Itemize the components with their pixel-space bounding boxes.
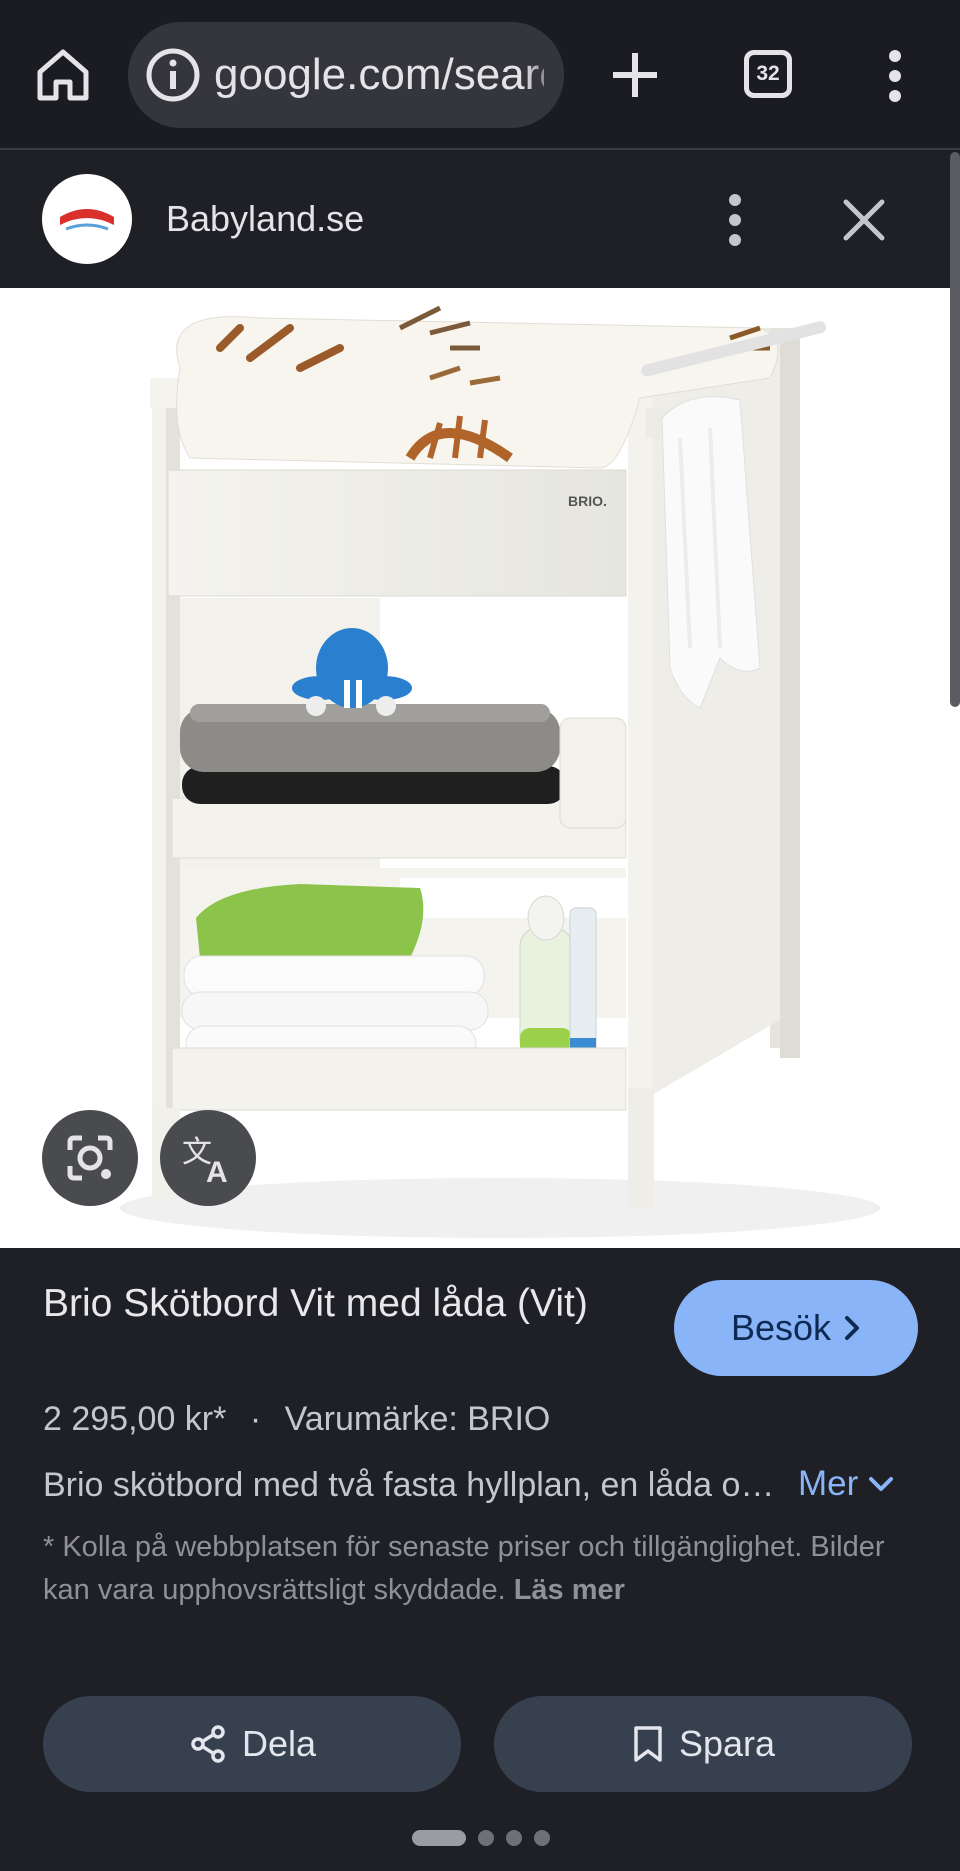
chevron-right-icon — [845, 1316, 860, 1340]
bookmark-icon — [634, 1726, 662, 1762]
more-options-icon[interactable] — [720, 192, 750, 248]
svg-text:A: A — [206, 1156, 228, 1189]
disclaimer: * Kolla på webbplatsen för senaste prise… — [43, 1526, 923, 1612]
save-label: Spara — [678, 1723, 776, 1764]
close-icon[interactable] — [842, 198, 886, 242]
changing-table-illustration: BRIO. — [120, 305, 880, 1238]
tab-count: 32 — [756, 62, 780, 85]
more-label: Mer — [798, 1464, 859, 1503]
camera-lens-icon — [67, 1135, 113, 1181]
disclaimer-text: * Kolla på webbplatsen för senaste prise… — [43, 1531, 885, 1606]
product-image[interactable]: BRIO. — [0, 288, 960, 1248]
carousel-dot[interactable] — [506, 1830, 522, 1846]
share-button[interactable]: Dela — [43, 1696, 461, 1792]
more-button[interactable]: Mer — [798, 1464, 894, 1504]
url-fade — [524, 22, 564, 128]
translate-icon: 文 A — [182, 1135, 228, 1189]
new-tab-icon[interactable] — [610, 45, 660, 105]
price-line: 2 295,00 kr* · Varumärke: BRIO — [43, 1400, 550, 1439]
url-text: google.com/search — [214, 50, 544, 99]
lens-button[interactable] — [42, 1110, 138, 1206]
price: 2 295,00 kr* — [43, 1400, 227, 1438]
source-header: Babyland.se — [0, 152, 960, 288]
home-icon[interactable] — [34, 46, 92, 104]
address-bar[interactable]: google.com/search — [128, 22, 564, 128]
separator: · — [249, 1400, 262, 1438]
brand: Varumärke: BRIO — [284, 1400, 551, 1438]
scrollbar[interactable] — [950, 152, 960, 707]
product-title[interactable]: Brio Skötbord Vit med låda (Vit) — [43, 1278, 643, 1330]
carousel-dot[interactable] — [478, 1830, 494, 1846]
carousel-indicator — [412, 1828, 550, 1848]
carousel-dot[interactable] — [534, 1830, 550, 1846]
brio-brand-mark: BRIO. — [568, 493, 607, 509]
translate-button[interactable]: 文 A — [160, 1110, 256, 1206]
chevron-down-icon — [869, 1477, 894, 1491]
share-icon — [191, 1725, 225, 1763]
babyland-logo-icon — [60, 209, 114, 231]
visit-label: Besök — [730, 1307, 832, 1348]
browser-menu-icon[interactable] — [880, 48, 910, 104]
carousel-dot-active[interactable] — [412, 1830, 466, 1846]
read-more-link[interactable]: Läs mer — [514, 1574, 625, 1606]
info-icon[interactable] — [144, 46, 202, 104]
share-label: Dela — [241, 1723, 317, 1764]
tab-switcher-button[interactable]: 32 — [744, 50, 792, 98]
browser-toolbar: google.com/search 32 — [0, 0, 960, 150]
site-logo[interactable] — [42, 174, 132, 264]
visit-button[interactable]: Besök — [674, 1280, 918, 1376]
site-name[interactable]: Babyland.se — [166, 198, 364, 240]
product-description: Brio skötbord med två fasta hyllplan, en… — [43, 1466, 783, 1504]
save-button[interactable]: Spara — [494, 1696, 912, 1792]
product-info-panel: Brio Skötbord Vit med låda (Vit) Besök 2… — [0, 1248, 960, 1871]
